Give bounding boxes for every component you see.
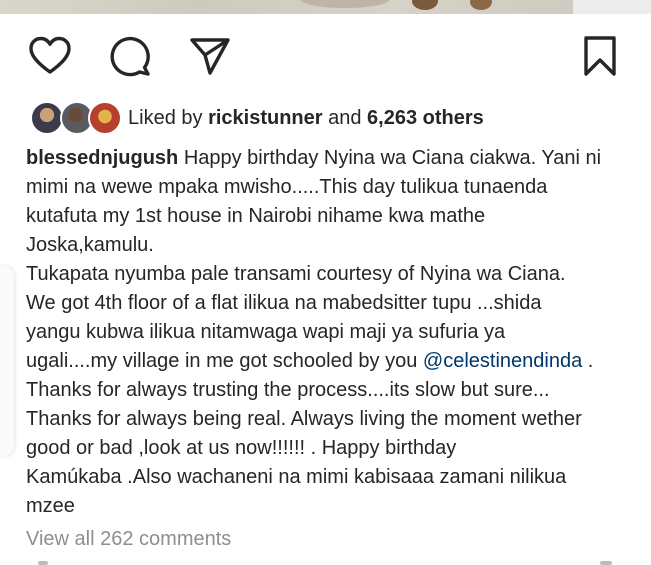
bookmark-icon[interactable] bbox=[578, 34, 622, 78]
caption-line: Joska,kamulu. bbox=[26, 234, 154, 256]
caption-line: Kamúkaba .Also wachaneni na mimi kabisaa… bbox=[26, 466, 567, 488]
image-edge bbox=[573, 0, 651, 14]
caption-line: Thanks for always being real. Always liv… bbox=[26, 408, 582, 430]
post-caption: blessednjugush Happy birthday Nyina wa C… bbox=[26, 144, 636, 521]
view-comments-link[interactable]: View all 262 comments bbox=[26, 528, 231, 551]
caption-line: mzee bbox=[26, 495, 75, 517]
likes-text: Liked by rickistunner and 6,263 others bbox=[128, 107, 484, 130]
caption-text: ugali....my village in me got schooled b… bbox=[26, 350, 418, 372]
liker-username-link[interactable]: rickistunner bbox=[208, 107, 322, 129]
side-panel-edge bbox=[0, 266, 14, 456]
heart-icon[interactable] bbox=[28, 34, 72, 78]
likes-summary[interactable]: Liked by rickistunner and 6,263 others bbox=[30, 100, 484, 136]
likes-prefix: Liked by bbox=[128, 106, 203, 129]
paper-plane-icon[interactable] bbox=[188, 34, 232, 78]
post-action-bar bbox=[0, 34, 651, 82]
partial-element bbox=[600, 561, 612, 565]
caption-username-link[interactable]: blessednjugush bbox=[26, 147, 178, 169]
caption-text: Happy birthday Nyina wa Ciana ciakwa. Ya… bbox=[183, 147, 602, 169]
image-detail bbox=[470, 0, 492, 10]
liker-avatars bbox=[30, 101, 122, 135]
caption-text: . bbox=[587, 350, 594, 372]
caption-line: mimi na wewe mpaka mwisho.....This day t… bbox=[26, 176, 548, 198]
post-image[interactable] bbox=[0, 0, 651, 14]
likes-joiner: and bbox=[328, 106, 362, 129]
caption-line: yangu kubwa ilikua nitamwaga wapi maji y… bbox=[26, 321, 506, 343]
caption-line: We got 4th floor of a flat ilikua na mab… bbox=[26, 292, 542, 314]
caption-line: good or bad ,look at us now!!!!!! . Happ… bbox=[26, 437, 457, 459]
next-row-edge bbox=[0, 560, 651, 565]
avatar bbox=[30, 101, 64, 135]
comment-icon[interactable] bbox=[108, 34, 152, 78]
caption-line: Thanks for always trusting the process..… bbox=[26, 379, 550, 401]
partial-element bbox=[38, 561, 48, 565]
avatar bbox=[88, 101, 122, 135]
image-detail bbox=[412, 0, 438, 10]
caption-line: ugali....my village in me got schooled b… bbox=[26, 347, 636, 376]
image-detail bbox=[300, 0, 390, 8]
mention-link[interactable]: @celestinendinda bbox=[423, 350, 582, 372]
caption-line: blessednjugush Happy birthday Nyina wa C… bbox=[26, 144, 636, 173]
caption-line: Tukapata nyumba pale transami courtesy o… bbox=[26, 263, 566, 285]
likes-others-link[interactable]: 6,263 others bbox=[367, 107, 484, 129]
caption-line: kutafuta my 1st house in Nairobi nihame … bbox=[26, 205, 486, 227]
